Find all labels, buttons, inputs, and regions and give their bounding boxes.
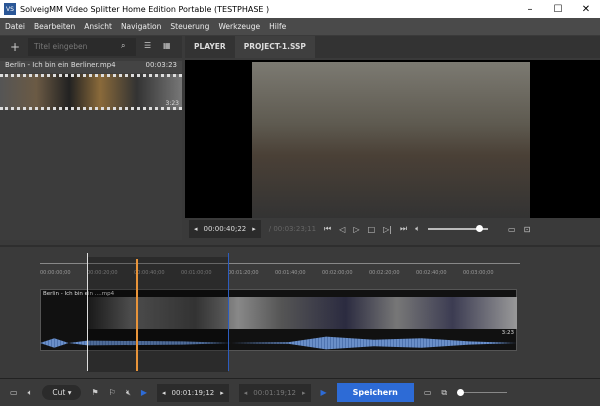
mode-dropdown[interactable]: Cut ▾ — [42, 385, 82, 400]
app-logo: VS — [4, 3, 16, 15]
tab-project[interactable]: PROJECT-1.SSP — [234, 36, 315, 58]
menu-hilfe[interactable]: Hilfe — [269, 22, 286, 31]
start-time-field[interactable]: ◂ 00:01:19;12 ▸ — [157, 383, 229, 402]
menu-datei[interactable]: Datei — [5, 22, 25, 31]
step-back-icon[interactable]: ◁ — [339, 225, 345, 234]
prev-frame-icon[interactable]: ◂ — [194, 225, 198, 233]
clip-duration: 3:23 — [501, 330, 514, 336]
ruler-tick-label: 00:00:00;00 — [40, 270, 71, 276]
go-to-in-icon[interactable]: ▶ — [141, 388, 147, 397]
minimize-button[interactable]: – — [516, 4, 544, 15]
step-forward-icon[interactable]: ▷| — [383, 225, 392, 234]
folder-icon[interactable]: ▭ — [508, 225, 516, 234]
timeline[interactable]: 00:00:00;00 00:00:20;00 00:00:40;00 00:01:0… — [0, 245, 600, 372]
file-name: Berlin - Ich bin ein Berliner.mp4 — [5, 61, 116, 69]
player-controls: ◂ 00:00:40;22 ▸ / 00:03:23;11 ⏮ ◁ ▷ □ ▷|… — [185, 218, 600, 240]
set-out-marker-icon[interactable]: ⚐ — [109, 388, 116, 397]
ruler-tick-label: 00:03:00;00 — [463, 270, 494, 276]
playhead[interactable] — [136, 259, 138, 371]
go-to-out-icon[interactable]: ▶ — [321, 388, 327, 397]
menu-bar: Datei Bearbeiten Ansicht Navigation Steu… — [0, 18, 600, 35]
tab-player[interactable]: PLAYER — [185, 36, 235, 58]
close-button[interactable]: ✕ — [572, 4, 600, 15]
zoom-slider[interactable] — [457, 389, 508, 396]
thumbnail-strip[interactable]: 3:23 — [0, 74, 182, 110]
next-frame-icon[interactable]: ▸ — [252, 225, 256, 233]
add-icon[interactable]: + — [10, 40, 20, 54]
audio-icon[interactable]: 🔈︎ — [28, 388, 33, 398]
zoom-icon[interactable]: ⧉ — [441, 388, 447, 398]
current-time-field[interactable]: ◂ 00:00:40;22 ▸ — [189, 220, 261, 238]
window-title: SolveigMM Video Splitter Home Edition Po… — [20, 4, 270, 14]
menu-bearbeiten[interactable]: Bearbeiten — [34, 22, 75, 31]
title-bar: VS SolveigMM Video Splitter Home Edition… — [0, 0, 600, 18]
play-icon[interactable]: ▷ — [353, 225, 359, 234]
end-time[interactable]: 00:01:19;12 — [253, 389, 296, 397]
ruler-tick-label: 00:02:00;00 — [322, 270, 353, 276]
bottom-toolbar: ▭ 🔈︎ Cut ▾ ⚑ ⚐ 🔇︎ ▶ ◂ 00:01:19;12 ▸ ◂ 00:01… — [0, 378, 600, 406]
selection-region[interactable] — [88, 257, 228, 372]
open-folder-icon[interactable]: ▭ — [424, 388, 432, 397]
skip-forward-icon[interactable]: ⏭ — [400, 224, 407, 234]
snapshot-icon[interactable]: ⊡ — [524, 225, 531, 234]
end-time-field[interactable]: ◂ 00:01:19;12 ▸ — [238, 383, 311, 402]
mute-icon[interactable]: 🔇︎ — [126, 388, 131, 398]
file-duration: 00:03:23 — [145, 61, 177, 69]
save-button[interactable]: Speichern — [336, 383, 414, 402]
thumb-duration: 3:23 — [165, 100, 179, 107]
ruler-tick-label: 00:01:40;00 — [275, 270, 306, 276]
volume-icon[interactable]: 🔈︎ — [415, 224, 420, 234]
menu-steuerung[interactable]: Steuerung — [170, 22, 209, 31]
ruler-tick-label: 00:01:20;00 — [228, 270, 259, 276]
stop-icon[interactable]: □ — [368, 225, 376, 234]
grid-view-icon[interactable]: ▦ — [163, 41, 171, 50]
search-icon[interactable]: ⌕ — [121, 41, 125, 51]
mode-value: Cut — [52, 388, 66, 397]
library-item[interactable]: Berlin - Ich bin ein Berliner.mp4 00:03:… — [0, 61, 182, 73]
set-in-marker-icon[interactable]: ⚑ — [91, 388, 98, 397]
total-time: / 00:03:23;11 — [268, 225, 317, 233]
menu-werkzeuge[interactable]: Werkzeuge — [218, 22, 260, 31]
marker-in[interactable] — [87, 253, 88, 371]
marker-out[interactable] — [228, 253, 229, 371]
ruler-tick-label: 00:02:40;00 — [416, 270, 447, 276]
screen-icon[interactable]: ▭ — [10, 388, 18, 397]
library-panel: + Titel eingeben ⌕ ☰ ▦ Berlin - Ich bin … — [0, 36, 182, 240]
tab-bar: PLAYER PROJECT-1.SSP — [185, 36, 600, 58]
ruler-tick-label: 00:02:20;00 — [369, 270, 400, 276]
video-frame — [252, 62, 530, 218]
current-time[interactable]: 00:00:40;22 — [204, 225, 247, 233]
volume-slider[interactable] — [428, 225, 488, 232]
search-input[interactable]: Titel eingeben — [28, 38, 136, 56]
maximize-button[interactable]: ☐ — [544, 4, 572, 15]
menu-navigation[interactable]: Navigation — [121, 22, 161, 31]
list-view-icon[interactable]: ☰ — [144, 41, 151, 50]
skip-back-icon[interactable]: ⏮ — [324, 224, 331, 234]
start-time[interactable]: 00:01:19;12 — [172, 389, 215, 397]
menu-ansicht[interactable]: Ansicht — [84, 22, 112, 31]
